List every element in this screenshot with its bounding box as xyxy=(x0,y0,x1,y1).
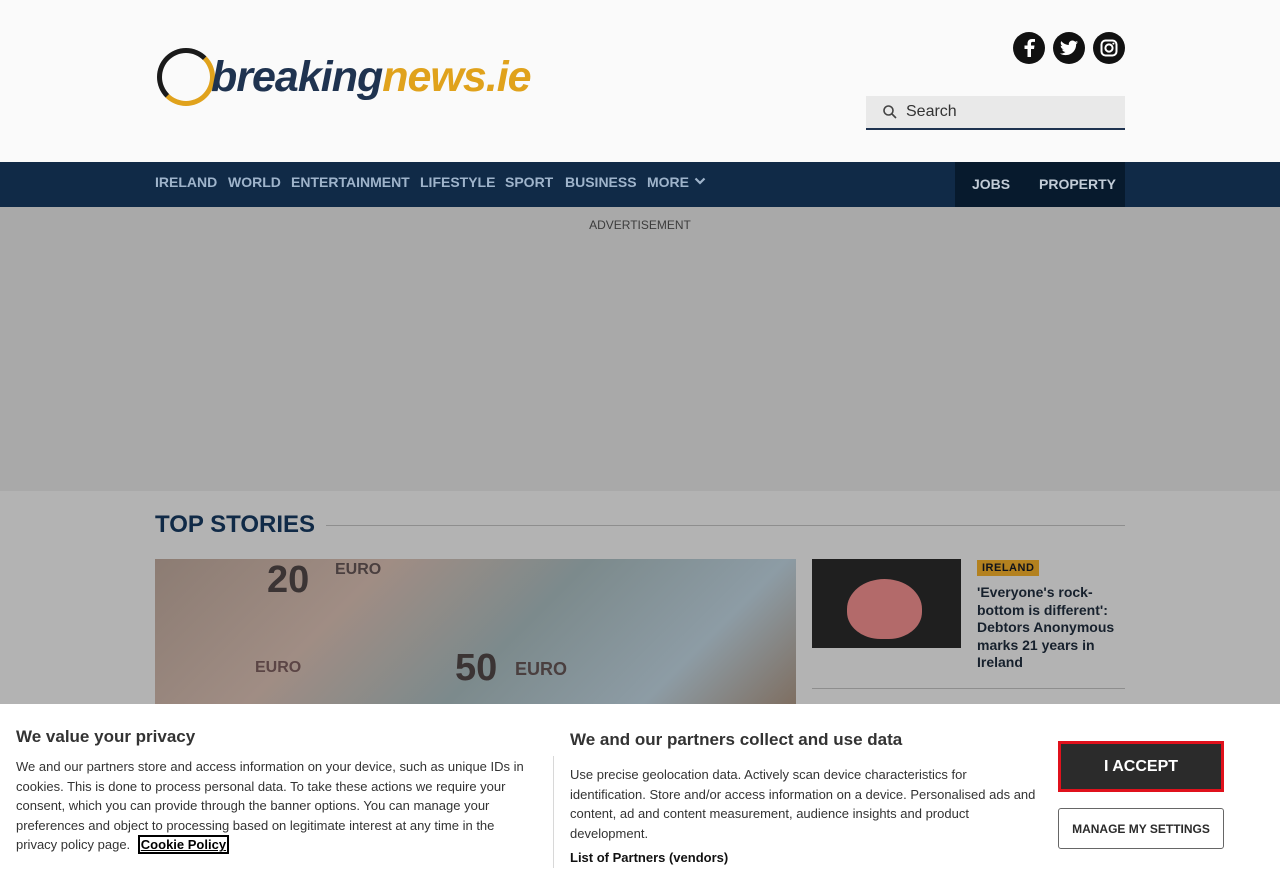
nav-item-entertainment[interactable]: ENTERTAINMENT xyxy=(291,162,410,207)
consent-left-body: We and our partners store and access inf… xyxy=(16,757,531,855)
logo-text-news: news.ie xyxy=(382,52,531,101)
consent-right-body: Use precise geolocation data. Actively s… xyxy=(570,767,1036,841)
instagram-icon[interactable] xyxy=(1093,32,1125,64)
chevron-down-icon[interactable] xyxy=(694,162,706,207)
consent-banner: We value your privacy We and our partner… xyxy=(0,704,1280,887)
category-tag[interactable]: IRELAND xyxy=(977,560,1040,576)
search-input[interactable] xyxy=(906,103,1106,121)
twitter-icon[interactable] xyxy=(1053,32,1085,64)
nav-right-links: JOBS PROPERTY xyxy=(955,162,1125,207)
side-story-image[interactable] xyxy=(812,559,961,648)
section-title: TOP STORIES xyxy=(155,511,316,538)
story-divider xyxy=(812,688,1125,689)
hero-story-image[interactable]: 20 EURO 50 EURO EURO xyxy=(155,559,796,709)
search-box[interactable] xyxy=(866,96,1125,130)
piggy-bank-graphic xyxy=(847,579,922,639)
nav-item-jobs[interactable]: JOBS xyxy=(972,162,1010,207)
cookie-policy-link[interactable]: Cookie Policy xyxy=(137,835,230,855)
nav-item-more[interactable]: MORE xyxy=(647,162,689,207)
partners-link[interactable]: List of Partners (vendors) xyxy=(570,850,728,865)
consent-divider xyxy=(553,756,554,868)
banknote-50-graphic: 50 xyxy=(455,647,498,689)
consent-right-title: We and our partners collect and use data xyxy=(570,730,903,749)
advertisement-slot xyxy=(0,207,1280,491)
nav-item-business[interactable]: BUSINESS xyxy=(565,162,637,207)
search-icon xyxy=(883,105,897,119)
advertisement-label: ADVERTISEMENT xyxy=(589,218,691,232)
section-divider xyxy=(326,525,1125,526)
consent-left-text: We and our partners store and access inf… xyxy=(16,759,524,853)
banknote-euro-graphic-3: EURO xyxy=(255,659,302,676)
banknote-euro-graphic: EURO xyxy=(335,561,382,578)
logo-ring-icon xyxy=(157,48,215,106)
nav-item-property[interactable]: PROPERTY xyxy=(1039,162,1116,207)
banknote-20-graphic: 20 xyxy=(267,559,310,601)
main-nav: IRELAND WORLD ENTERTAINMENT LIFESTYLE SP… xyxy=(0,162,1280,207)
side-story-headline[interactable]: 'Everyone's rock-bottom is different': D… xyxy=(977,584,1117,672)
manage-settings-button[interactable]: MANAGE MY SETTINGS xyxy=(1058,808,1224,849)
consent-left-title: We value your privacy xyxy=(16,727,196,746)
site-header: breakingnews.ie xyxy=(0,0,1280,162)
banknote-euro-graphic-2: EURO xyxy=(515,659,568,679)
facebook-icon[interactable] xyxy=(1013,32,1045,64)
accept-button[interactable]: I ACCEPT xyxy=(1058,741,1224,792)
nav-item-world[interactable]: WORLD xyxy=(228,162,281,207)
nav-item-ireland[interactable]: IRELAND xyxy=(155,162,217,207)
site-logo[interactable]: breakingnews.ie xyxy=(157,48,532,106)
nav-item-lifestyle[interactable]: LIFESTYLE xyxy=(420,162,495,207)
nav-item-sport[interactable]: SPORT xyxy=(505,162,553,207)
logo-text-breaking: breaking xyxy=(211,52,383,101)
